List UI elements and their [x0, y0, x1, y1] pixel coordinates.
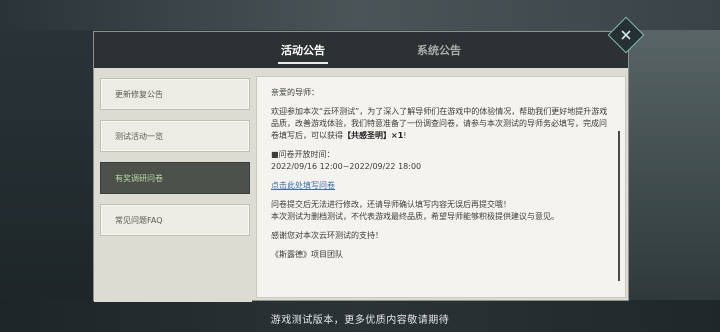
note-submit: 问卷提交后无法进行修改，还请导师确认填写内容无误后再提交哦！: [271, 200, 511, 209]
signature-text: 《斯露德》项目团队: [271, 250, 343, 259]
sidebar-item-label: 常见问题FAQ: [115, 215, 163, 225]
intro-text: 欢迎参加本次“云环测试”，为了深入了解导师们在游戏中的体验情况，帮助我们更好地提…: [271, 107, 608, 140]
tab-label: 系统公告: [417, 44, 461, 57]
survey-link-block: 点击此处填写问卷: [271, 180, 609, 192]
background-right: [628, 0, 720, 332]
sidebar-item-survey[interactable]: 有奖调研问卷: [100, 162, 250, 194]
active-tab-underline: [278, 62, 328, 64]
survey-link[interactable]: 点击此处填写问卷: [271, 181, 335, 190]
tab-label: 活动公告: [281, 44, 325, 57]
open-time-range: 2022/09/16 12:00~2022/09/22 18:00: [271, 162, 422, 171]
greeting: 亲爱的导师：: [271, 88, 319, 97]
dialog-header: 活动公告 系统公告: [94, 32, 628, 68]
sidebar-item-update-fix[interactable]: 更新修复公告: [100, 78, 250, 110]
intro-end: !: [403, 131, 407, 140]
bottom-caption: 游戏测试版本，更多优质内容敬请期待: [270, 315, 450, 326]
close-icon: [621, 30, 631, 40]
open-time-block: ■问卷开放时间： 2022/09/16 12:00~2022/09/22 18:…: [271, 149, 609, 173]
sidebar-item-test-activities[interactable]: 测试活动一览: [100, 120, 250, 152]
content-scrollbar[interactable]: [618, 131, 620, 281]
thanks-text: 感谢您对本次云环测试的支持！: [271, 231, 383, 240]
announcement-content: 亲爱的导师： 欢迎参加本次“云环测试”，为了深入了解导师们在游戏中的体验情况，帮…: [256, 76, 626, 298]
reward-text: 【共感圣明】×1: [343, 131, 404, 140]
sidebar: 更新修复公告 测试活动一览 有奖调研问卷 常见问题FAQ: [94, 68, 252, 302]
notes-block: 问卷提交后无法进行修改，还请导师确认填写内容无误后再提交哦！ 本次测试为删档测试…: [271, 199, 609, 223]
open-time-title: ■问卷开放时间：: [271, 150, 335, 159]
intro-paragraph: 欢迎参加本次“云环测试”，为了深入了解导师们在游戏中的体验情况，帮助我们更好地提…: [271, 106, 609, 142]
sidebar-item-label: 有奖调研问卷: [115, 173, 163, 183]
announcement-dialog: 活动公告 系统公告 更新修复公告 测试活动一览 有奖调研问卷 常见问题FAQ 亲…: [93, 31, 629, 302]
background-left: [0, 0, 95, 332]
tab-activity-announcement[interactable]: 活动公告: [248, 32, 358, 68]
background-top: [0, 0, 720, 30]
tab-system-announcement[interactable]: 系统公告: [384, 32, 494, 68]
sidebar-item-label: 更新修复公告: [115, 89, 163, 99]
note-test: 本次测试为删档测试，不代表游戏最终品质，希望导师能够积极提供建议与意见。: [271, 212, 559, 221]
sidebar-item-label: 测试活动一览: [115, 131, 163, 141]
sidebar-item-faq[interactable]: 常见问题FAQ: [100, 204, 250, 236]
